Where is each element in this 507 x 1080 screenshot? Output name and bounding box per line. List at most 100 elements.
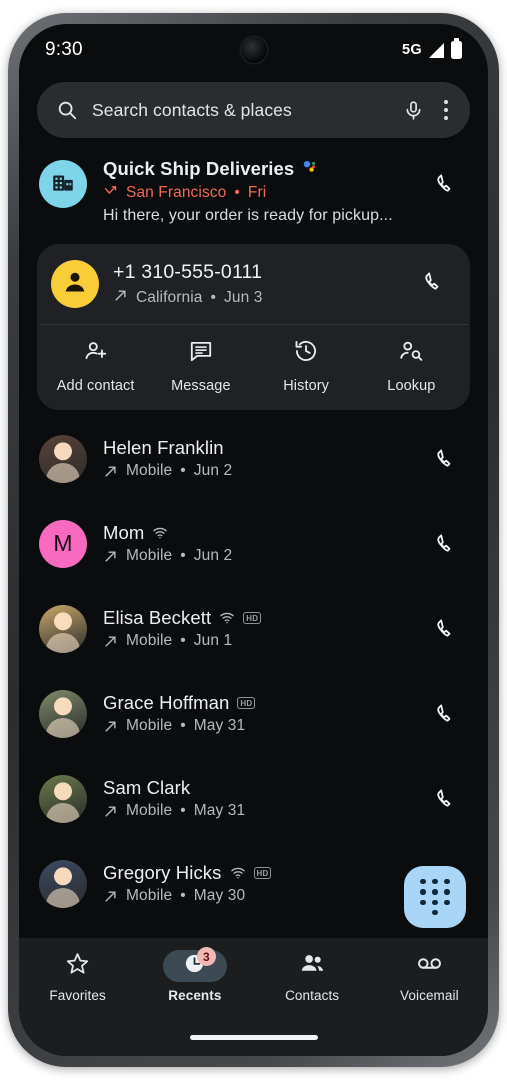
call-line-type: Mobile xyxy=(126,632,173,649)
avatar xyxy=(51,260,99,308)
call-entry[interactable]: Helen Franklin Mobile • Jun 2 xyxy=(19,416,488,501)
call-meta: Mobile • May 31 xyxy=(103,717,418,735)
home-indicator xyxy=(189,1035,318,1040)
nav-tab-recents[interactable]: 3 Recents xyxy=(136,947,253,1003)
nav-label: Favorites xyxy=(49,988,106,1003)
call-meta: Mobile • Jun 2 xyxy=(103,462,418,480)
phone-frame: 9:30 5G Search contacts & places Quick S… xyxy=(8,13,499,1067)
outgoing-call-icon xyxy=(103,549,118,564)
call-icon[interactable] xyxy=(426,779,466,819)
contact-photo xyxy=(46,802,80,823)
nav-pill xyxy=(46,950,110,982)
nav-tab-favorites[interactable]: Favorites xyxy=(19,950,136,1003)
caller-name-row: Grace Hoffman HD xyxy=(103,692,418,714)
wifi-calling-icon xyxy=(152,525,168,541)
search-icon xyxy=(56,99,78,121)
call-location: California xyxy=(136,288,203,306)
call-icon[interactable] xyxy=(426,164,466,209)
call-entry-featured[interactable]: Quick Ship Deliveries San Francisco • Fr… xyxy=(19,144,488,240)
contact-photo xyxy=(46,887,80,908)
missed-call-icon xyxy=(103,183,118,203)
meta-separator: • xyxy=(180,462,186,479)
history-icon xyxy=(293,338,319,369)
person-add-icon xyxy=(83,338,109,369)
action-label: History xyxy=(283,378,330,394)
call-date: Jun 2 xyxy=(193,547,233,564)
person-search-icon xyxy=(398,338,424,369)
battery-full-icon xyxy=(451,38,462,59)
google-assistant-dots-icon xyxy=(302,158,318,180)
person-icon xyxy=(60,267,90,302)
action-lookup[interactable]: Lookup xyxy=(359,338,464,394)
avatar: M xyxy=(39,519,87,568)
meta-separator: • xyxy=(180,802,186,819)
call-date: May 31 xyxy=(193,802,246,819)
call-entry[interactable]: Sam Clark Mobile • May 31 xyxy=(19,756,488,841)
call-meta: Mobile • May 31 xyxy=(103,802,418,820)
caller-name-row: Elisa Beckett HD xyxy=(103,607,418,629)
call-line-type: Mobile xyxy=(126,887,173,904)
call-meta: California • Jun 3 xyxy=(113,288,406,308)
dialpad-fab-button[interactable] xyxy=(404,866,466,928)
signal-bars-icon xyxy=(429,42,444,58)
call-entry-details: Helen Franklin Mobile • Jun 2 xyxy=(103,437,418,480)
phone-screen: 9:30 5G Search contacts & places Quick S… xyxy=(19,24,488,1056)
dialpad-icon xyxy=(420,878,451,916)
call-date: Jun 2 xyxy=(193,462,233,479)
recents-list: Helen Franklin Mobile • Jun 2 M Mom Mobile • Jun… xyxy=(19,416,488,930)
call-entry[interactable]: M Mom Mobile • Jun 2 xyxy=(19,501,488,586)
meta-separator: • xyxy=(180,887,186,904)
nav-pill xyxy=(397,950,461,982)
action-label: Lookup xyxy=(387,378,436,394)
outgoing-call-icon xyxy=(113,288,128,308)
call-meta: Mobile • May 30 xyxy=(103,887,418,905)
outgoing-call-icon xyxy=(103,889,118,904)
avatar xyxy=(39,434,87,483)
call-entry[interactable]: Grace Hoffman HD Mobile • May 31 xyxy=(19,671,488,756)
hd-voice-badge: HD xyxy=(243,612,262,624)
search-bar[interactable]: Search contacts & places xyxy=(37,82,470,138)
caller-name: Quick Ship Deliveries xyxy=(103,158,295,179)
call-line-type: Mobile xyxy=(126,802,173,819)
call-icon[interactable] xyxy=(426,439,466,479)
contact-photo xyxy=(46,632,80,653)
hd-voice-badge: HD xyxy=(237,697,256,709)
microphone-icon[interactable] xyxy=(403,100,424,121)
nav-pill xyxy=(280,950,344,982)
caller-name: Mom xyxy=(103,522,145,543)
action-label: Message xyxy=(171,378,231,394)
more-options-icon[interactable] xyxy=(438,100,454,120)
call-icon[interactable] xyxy=(426,524,466,564)
call-icon[interactable] xyxy=(426,609,466,649)
nav-tab-contacts[interactable]: Contacts xyxy=(254,950,371,1003)
avatar xyxy=(39,774,87,823)
avatar xyxy=(39,689,87,738)
expanded-call-card[interactable]: +1 310-555-0111 California • Jun 3 Add c… xyxy=(37,244,470,410)
caller-name: Gregory Hicks xyxy=(103,862,222,883)
contact-photo xyxy=(46,462,80,483)
nav-label: Contacts xyxy=(285,988,340,1003)
expanded-card-header[interactable]: +1 310-555-0111 California • Jun 3 xyxy=(37,244,470,324)
call-icon[interactable] xyxy=(414,262,454,307)
search-input[interactable]: Search contacts & places xyxy=(92,100,389,121)
star-icon xyxy=(65,951,90,981)
message-icon xyxy=(188,338,214,369)
meta-separator: • xyxy=(180,632,186,649)
voicemail-icon xyxy=(415,949,444,983)
caller-name-row: Mom xyxy=(103,522,418,544)
call-line-type: Mobile xyxy=(126,717,173,734)
call-icon[interactable] xyxy=(426,694,466,734)
action-history[interactable]: History xyxy=(254,338,359,394)
action-message[interactable]: Message xyxy=(148,338,253,394)
call-line-type: Mobile xyxy=(126,547,173,564)
nav-tab-voicemail[interactable]: Voicemail xyxy=(371,950,488,1003)
call-meta: Mobile • Jun 2 xyxy=(103,547,418,565)
action-label: Add contact xyxy=(56,378,135,394)
action-add-contact[interactable]: Add contact xyxy=(43,338,148,394)
meta-separator: • xyxy=(234,184,240,201)
call-entry-details: Sam Clark Mobile • May 31 xyxy=(103,777,418,820)
call-entry[interactable]: Elisa Beckett HD Mobile • Jun 1 xyxy=(19,586,488,671)
network-type-label: 5G xyxy=(402,42,422,58)
meta-separator: • xyxy=(180,547,186,564)
caller-name: Sam Clark xyxy=(103,777,191,798)
